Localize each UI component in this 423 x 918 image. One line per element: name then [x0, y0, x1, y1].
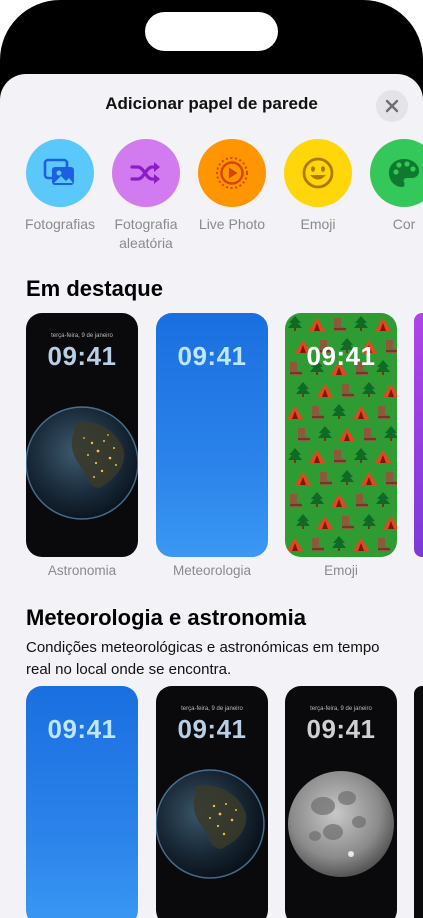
wallpaper-type-row: Fotografias Fotografia aleatória Live Ph… — [0, 139, 423, 254]
astronomy-label: Astronomia — [47, 563, 117, 578]
type-photo-shuffle[interactable]: Fotografia aleatória — [100, 139, 192, 253]
featured-title: Em destaque — [26, 276, 163, 301]
phone-frame: Adicionar papel de parede Fotografias Fo… — [0, 0, 423, 918]
type-color-label: Cor — [392, 216, 416, 232]
lock-time: 09:41 — [177, 341, 247, 371]
type-live-photo-label: Live Photo — [198, 216, 266, 232]
type-photo-shuffle-label: Fotografia aleatória — [114, 216, 178, 251]
lock-time: 09:41 — [177, 714, 247, 744]
weather-astronomy-title: Meteorologia e astronomia — [26, 605, 306, 630]
shuffle-icon — [130, 162, 160, 184]
lock-time: 09:41 — [47, 341, 117, 371]
emoji-card[interactable]: 09:41 — [285, 313, 397, 557]
type-photos-label: Fotografias — [24, 216, 96, 232]
next-wallpaper-card[interactable] — [414, 313, 423, 557]
lock-time: 09:41 — [306, 341, 376, 371]
dynamic-island — [145, 12, 278, 51]
moon-live-card[interactable]: terça-feira, 9 de janeiro 09:41 — [285, 686, 397, 918]
astronomy-card[interactable]: terça-feira, 9 de janeiro 09:41 — [26, 313, 138, 557]
lock-date: terça-feira, 9 de janeiro — [181, 706, 243, 712]
palette-icon — [389, 159, 419, 187]
type-emoji[interactable]: Emoji — [272, 139, 364, 234]
photos-icon — [43, 158, 74, 185]
weather-label: Meteorologia — [172, 563, 252, 578]
next-live-card[interactable] — [414, 686, 423, 918]
weather-live-card[interactable]: 09:41 — [26, 686, 138, 918]
emoji-label: Emoji — [324, 563, 358, 578]
add-wallpaper-sheet: Adicionar papel de parede Fotografias Fo… — [0, 74, 423, 918]
lock-date: terça-feira, 9 de janeiro — [51, 333, 113, 339]
earth-live-card[interactable]: terça-feira, 9 de janeiro 09:41 — [156, 686, 268, 918]
lock-time: 09:41 — [47, 714, 117, 744]
sheet-title: Adicionar papel de parede — [105, 94, 318, 113]
sheet-header: Adicionar papel de parede — [0, 74, 423, 136]
type-live-photo[interactable]: Live Photo — [186, 139, 278, 234]
close-icon — [385, 99, 399, 113]
smiley-icon — [302, 157, 334, 189]
type-color[interactable]: Cor — [358, 139, 423, 234]
live-photo-icon — [216, 157, 248, 189]
lock-date: terça-feira, 9 de janeiro — [310, 706, 372, 712]
type-emoji-label: Emoji — [300, 216, 336, 232]
lock-time: 09:41 — [306, 714, 376, 744]
weather-astronomy-description: Condições meteorológicas e astronómicas … — [26, 639, 380, 678]
type-photos[interactable]: Fotografias — [14, 139, 106, 234]
close-button[interactable] — [376, 90, 408, 122]
weather-card[interactable]: 09:41 — [156, 313, 268, 557]
